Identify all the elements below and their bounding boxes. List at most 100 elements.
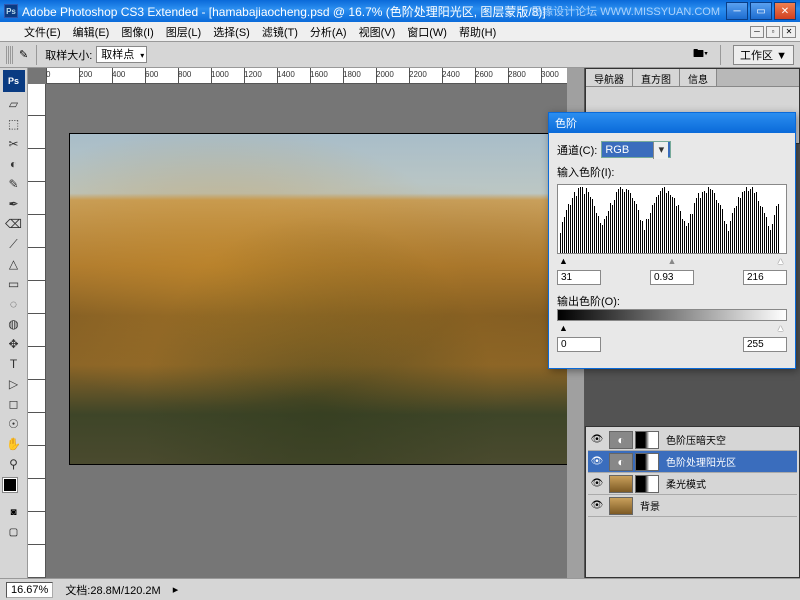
layer-thumb[interactable] <box>609 497 633 515</box>
layer-row[interactable]: 👁 色阶压暗天空 <box>588 429 797 451</box>
shape-tool[interactable]: ◻ <box>3 395 25 413</box>
out-black-slider[interactable]: ▲ <box>559 323 568 333</box>
document-canvas[interactable] <box>70 134 567 464</box>
wand-tool[interactable]: ◐ <box>3 155 25 173</box>
white-slider[interactable]: ▲ <box>776 256 785 266</box>
watermark: 思缘设计论坛 WWW.MISSYUAN.COM <box>531 3 720 19</box>
doc-close-button[interactable]: ✕ <box>782 26 796 38</box>
menu-help[interactable]: 帮助(H) <box>453 24 502 40</box>
out-black-input[interactable] <box>557 337 601 352</box>
layer-row[interactable]: 👁 色阶处理阳光区 <box>588 451 797 473</box>
lasso-tool[interactable]: ✂ <box>3 135 25 153</box>
screenmode-toggle[interactable]: ▢ <box>3 524 25 540</box>
black-slider[interactable]: ▲ <box>559 256 568 266</box>
output-gradient[interactable] <box>557 309 787 321</box>
zoom-tool[interactable]: ⚲ <box>3 455 25 473</box>
menubar: 文件(E) 编辑(E) 图像(I) 图层(L) 选择(S) 滤镜(T) 分析(A… <box>0 22 800 42</box>
bridge-icon[interactable]: 🖿▾ <box>693 45 708 64</box>
color-swatch[interactable] <box>3 478 25 500</box>
path-tool[interactable]: ▷ <box>3 375 25 393</box>
maximize-button[interactable]: ▭ <box>750 2 772 20</box>
menu-file[interactable]: 文件(E) <box>18 24 67 40</box>
grip-icon <box>6 46 13 64</box>
visibility-icon[interactable]: 👁 <box>588 478 606 489</box>
type-tool[interactable]: T <box>3 355 25 373</box>
doc-info[interactable]: 文档:28.8M/120.2M <box>65 582 160 598</box>
quickmask-toggle[interactable]: ◙ <box>3 504 25 520</box>
gamma-input[interactable] <box>650 270 694 285</box>
layer-thumb[interactable] <box>609 431 633 449</box>
tab-histogram[interactable]: 直方图 <box>633 69 680 86</box>
visibility-icon[interactable]: 👁 <box>588 500 606 511</box>
zoom-field[interactable]: 16.67% <box>6 582 53 598</box>
gamma-slider[interactable]: ▲ <box>668 256 677 266</box>
tab-info[interactable]: 信息 <box>680 69 717 86</box>
layer-row[interactable]: 👁 柔光模式 <box>588 473 797 495</box>
doc-minimize-button[interactable]: ─ <box>750 26 764 38</box>
out-white-input[interactable] <box>743 337 787 352</box>
levels-dialog[interactable]: 色阶 通道(C): RGB 输入色阶(I): ▲ ▲ ▲ 输出色阶(O): ▲ … <box>548 112 796 369</box>
heal-tool[interactable]: ⌫ <box>3 215 25 233</box>
tab-navigator[interactable]: 导航器 <box>586 69 633 86</box>
ps-logo-icon: Ps <box>3 70 25 92</box>
layer-thumb[interactable] <box>609 475 633 493</box>
optionsbar: ✎ 取样大小: 取样点 🖿▾ 工作区 ▼ <box>0 42 800 68</box>
menu-layer[interactable]: 图层(L) <box>160 24 207 40</box>
black-input[interactable] <box>557 270 601 285</box>
marquee-tool[interactable]: ⬚ <box>3 115 25 133</box>
menu-image[interactable]: 图像(I) <box>115 24 159 40</box>
blur-tool[interactable]: ◍ <box>3 315 25 333</box>
visibility-icon[interactable]: 👁 <box>588 456 606 467</box>
doc-restore-button[interactable]: ▫ <box>766 26 780 38</box>
app-icon: Ps <box>4 4 18 18</box>
ruler-horizontal[interactable]: 0200400600800100012001400160018002000220… <box>46 68 567 84</box>
menu-select[interactable]: 选择(S) <box>207 24 256 40</box>
layer-thumb[interactable] <box>609 453 633 471</box>
brush-tool[interactable]: ⟋ <box>3 235 25 253</box>
close-button[interactable]: ✕ <box>774 2 796 20</box>
layer-row[interactable]: 👁 背景 <box>588 495 797 517</box>
sample-size-label: 取样大小: <box>45 47 92 63</box>
gradient-tool[interactable]: ◌ <box>3 295 25 313</box>
mask-thumb[interactable] <box>635 475 659 493</box>
stamp-tool[interactable]: △ <box>3 255 25 273</box>
white-input[interactable] <box>743 270 787 285</box>
canvas-area: 0200400600800100012001400160018002000220… <box>28 68 567 578</box>
menu-analysis[interactable]: 分析(A) <box>304 24 353 40</box>
mask-thumb[interactable] <box>635 453 659 471</box>
menu-filter[interactable]: 滤镜(T) <box>256 24 304 40</box>
layer-name[interactable]: 背景 <box>640 498 660 513</box>
eraser-tool[interactable]: ▭ <box>3 275 25 293</box>
fg-color[interactable] <box>3 478 17 492</box>
layer-name[interactable]: 色阶处理阳光区 <box>666 454 736 469</box>
move-tool[interactable]: ▱ <box>3 95 25 113</box>
dodge-tool[interactable]: ✥ <box>3 335 25 353</box>
eyedropper-tool[interactable]: ✒ <box>3 195 25 213</box>
channel-label: 通道(C): <box>557 142 597 158</box>
layer-name[interactable]: 柔光模式 <box>666 476 706 491</box>
crop-tool[interactable]: ✎ <box>3 175 25 193</box>
layer-name[interactable]: 色阶压暗天空 <box>666 432 726 447</box>
notes-tool[interactable]: ☉ <box>3 415 25 433</box>
visibility-icon[interactable]: 👁 <box>588 434 606 445</box>
channel-select[interactable]: RGB <box>601 141 671 158</box>
dialog-title[interactable]: 色阶 <box>549 113 795 133</box>
input-levels-label: 输入色阶(I): <box>557 164 787 180</box>
menu-view[interactable]: 视图(V) <box>353 24 402 40</box>
statusbar: 16.67% 文档:28.8M/120.2M ▸ <box>0 578 800 600</box>
workspace-switcher[interactable]: 工作区 ▼ <box>733 45 794 65</box>
eyedropper-tool-icon[interactable]: ✎ <box>19 48 28 61</box>
doc-info-chevron-icon[interactable]: ▸ <box>173 583 179 596</box>
sample-size-select[interactable]: 取样点 <box>96 46 147 63</box>
toolbox: Ps ▱ ⬚ ✂ ◐ ✎ ✒ ⌫ ⟋ △ ▭ ◌ ◍ ✥ T ▷ ◻ ☉ ✋ ⚲… <box>0 68 28 578</box>
histogram[interactable] <box>557 184 787 254</box>
mask-thumb[interactable] <box>635 431 659 449</box>
layers-list: 👁 色阶压暗天空👁 色阶处理阳光区👁 柔光模式👁 背景 <box>586 427 799 577</box>
menu-edit[interactable]: 编辑(E) <box>67 24 116 40</box>
menu-window[interactable]: 窗口(W) <box>401 24 453 40</box>
output-levels-label: 输出色阶(O): <box>557 293 787 309</box>
out-white-slider[interactable]: ▲ <box>776 323 785 333</box>
ruler-vertical[interactable] <box>28 84 46 578</box>
hand-tool[interactable]: ✋ <box>3 435 25 453</box>
minimize-button[interactable]: ─ <box>726 2 748 20</box>
